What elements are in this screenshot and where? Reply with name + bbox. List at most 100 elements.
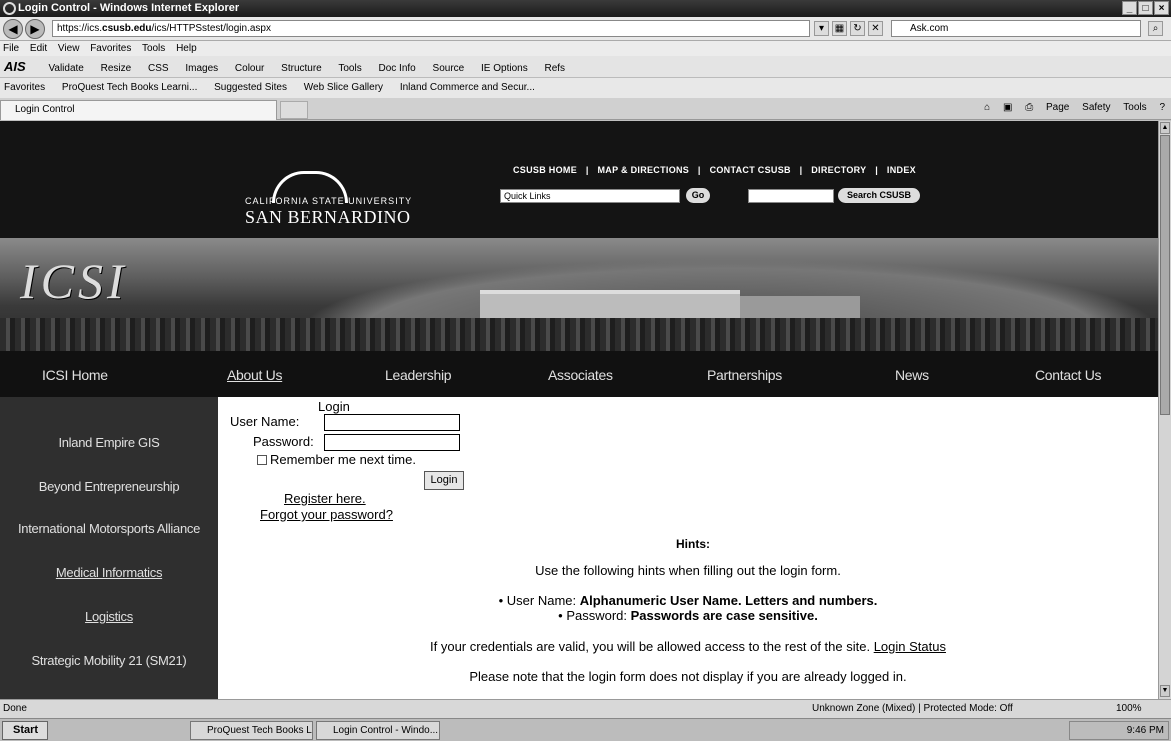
ais-images[interactable]: Images: [185, 63, 218, 74]
menu-help[interactable]: Help: [176, 43, 197, 54]
username-input[interactable]: [324, 414, 460, 431]
icsi-banner: ICSI: [0, 238, 1158, 351]
ais-refs[interactable]: Refs: [544, 63, 565, 74]
icsi-logo: ICSI: [20, 253, 128, 309]
ais-resize[interactable]: Resize: [101, 63, 132, 74]
nav-leadership[interactable]: Leadership: [385, 367, 452, 383]
forgot-password-link[interactable]: Forgot your password?: [260, 507, 393, 522]
sidebar: Inland Empire GIS Beyond Entrepreneurshi…: [0, 397, 218, 699]
nav-contact-us[interactable]: Contact Us: [1035, 367, 1102, 383]
ais-ie-options[interactable]: IE Options: [481, 63, 528, 74]
sidebar-item-motorsports[interactable]: International Motorsports Alliance: [0, 521, 218, 536]
fav-suggested-sites[interactable]: Suggested Sites: [214, 82, 287, 93]
quick-links-select[interactable]: Quick Links: [500, 189, 680, 203]
logo-line2: SAN BERNARDINO: [245, 207, 411, 227]
ais-validate[interactable]: Validate: [48, 63, 83, 74]
scroll-down-icon[interactable]: ▼: [1160, 685, 1170, 697]
ais-css[interactable]: CSS: [148, 63, 169, 74]
feeds-icon[interactable]: ▣: [1003, 102, 1012, 113]
help-icon[interactable]: ?: [1159, 102, 1165, 113]
system-tray: 9:46 PM: [1069, 721, 1169, 740]
back-button[interactable]: ◀: [3, 19, 23, 39]
search-input[interactable]: Ask.com: [891, 20, 1141, 37]
new-tab-button[interactable]: [280, 101, 308, 119]
forward-button[interactable]: ▶: [25, 19, 45, 39]
link-csusb-home[interactable]: CSUSB HOME: [513, 165, 577, 175]
link-index[interactable]: INDEX: [887, 165, 916, 175]
sidebar-item-sm21[interactable]: Strategic Mobility 21 (SM21): [0, 653, 218, 668]
ais-toolbar: AIS Validate Resize CSS Images Colour St…: [0, 56, 1171, 78]
link-contact[interactable]: CONTACT CSUSB: [710, 165, 791, 175]
cmd-tools[interactable]: Tools: [1123, 102, 1146, 113]
search-csusb-button[interactable]: Search CSUSB: [838, 188, 920, 203]
ais-structure[interactable]: Structure: [281, 63, 322, 74]
link-sep: |: [875, 165, 879, 175]
sidebar-item-medical-informatics[interactable]: Medical Informatics: [0, 565, 218, 580]
vertical-scrollbar[interactable]: ▲ ▼: [1158, 121, 1171, 699]
ais-colour[interactable]: Colour: [235, 63, 264, 74]
nav-associates[interactable]: Associates: [548, 367, 613, 383]
menu-tools[interactable]: Tools: [142, 43, 165, 54]
hint-username-bold: Alphanumeric User Name. Letters and numb…: [579, 593, 878, 608]
scroll-up-icon[interactable]: ▲: [1160, 122, 1170, 134]
nav-partnerships[interactable]: Partnerships: [707, 367, 782, 383]
remember-checkbox[interactable]: [257, 455, 267, 465]
scroll-thumb[interactable]: [1160, 135, 1170, 415]
tab-login-control[interactable]: Login Control: [0, 100, 277, 120]
nav-icsi-home[interactable]: ICSI Home: [42, 367, 108, 383]
task-login-control[interactable]: Login Control - Windo...: [316, 721, 440, 740]
ais-docinfo[interactable]: Doc Info: [379, 63, 416, 74]
go-button[interactable]: Go: [686, 188, 710, 203]
menu-view[interactable]: View: [58, 43, 80, 54]
csusb-search-input[interactable]: [748, 189, 834, 203]
compat-icon[interactable]: ▦: [832, 21, 847, 36]
sidebar-item-logistics[interactable]: Logistics: [0, 609, 218, 624]
link-map[interactable]: MAP & DIRECTIONS: [597, 165, 689, 175]
cmd-page[interactable]: Page: [1046, 102, 1069, 113]
address-bar-row: ◀ ▶ https://ics.csusb.edu/ics/HTTPSstest…: [0, 17, 1171, 41]
register-link[interactable]: Register here.: [284, 491, 366, 506]
favorites-button[interactable]: Favorites: [4, 82, 45, 93]
search-icon[interactable]: ⌕: [1148, 21, 1163, 36]
fav-inland-commerce[interactable]: Inland Commerce and Secur...: [400, 82, 535, 93]
password-input[interactable]: [324, 434, 460, 451]
ie-logo-icon: [3, 2, 16, 15]
nav-about-us[interactable]: About Us: [227, 367, 282, 383]
hint-password: • Password: Passwords are case sensitive…: [558, 608, 818, 623]
home-icon[interactable]: ⌂: [984, 102, 990, 113]
print-icon[interactable]: ⎙: [1025, 102, 1033, 113]
refresh-icon[interactable]: ↻: [850, 21, 865, 36]
stop-icon[interactable]: ✕: [868, 21, 883, 36]
ais-logo: AIS: [4, 59, 26, 74]
sidebar-item-inland-empire-gis[interactable]: Inland Empire GIS: [0, 435, 218, 450]
login-button[interactable]: Login: [424, 471, 464, 490]
url-prefix: https://ics.: [57, 23, 103, 34]
security-zone[interactable]: Unknown Zone (Mixed) | Protected Mode: O…: [812, 700, 1013, 718]
close-button[interactable]: ×: [1154, 1, 1169, 15]
minimize-button[interactable]: _: [1122, 1, 1137, 15]
task-proquest[interactable]: ProQuest Tech Books Le...: [190, 721, 313, 740]
status-bar: Done Unknown Zone (Mixed) | Protected Mo…: [0, 699, 1171, 718]
start-button[interactable]: Start: [2, 721, 48, 740]
address-input[interactable]: https://ics.csusb.edu/ics/HTTPSstest/log…: [52, 20, 810, 37]
link-sep: |: [585, 165, 589, 175]
nav-news[interactable]: News: [895, 367, 929, 383]
fav-proquest[interactable]: ProQuest Tech Books Learni...: [62, 82, 197, 93]
lock-icon[interactable]: ▾: [814, 21, 829, 36]
link-directory[interactable]: DIRECTORY: [811, 165, 866, 175]
menu-edit[interactable]: Edit: [30, 43, 47, 54]
ais-source[interactable]: Source: [433, 63, 465, 74]
maximize-button[interactable]: □: [1138, 1, 1153, 15]
search-provider-label: Ask.com: [910, 23, 949, 34]
sidebar-item-beyond-entrepreneurship[interactable]: Beyond Entrepreneurship: [0, 479, 218, 494]
cmd-safety[interactable]: Safety: [1082, 102, 1110, 113]
login-status-link[interactable]: Login Status: [874, 639, 946, 654]
zoom-level[interactable]: 100%: [1116, 700, 1142, 718]
menu-favorites[interactable]: Favorites: [90, 43, 131, 54]
fav-web-slice[interactable]: Web Slice Gallery: [304, 82, 383, 93]
ais-tools[interactable]: Tools: [338, 63, 361, 74]
menu-file[interactable]: File: [3, 43, 19, 54]
hints-intro: Use the following hints when filling out…: [535, 563, 841, 578]
hint-valid: If your credentials are valid, you will …: [218, 639, 1158, 654]
url-rest: /ics/HTTPSstest/login.aspx: [151, 23, 271, 34]
